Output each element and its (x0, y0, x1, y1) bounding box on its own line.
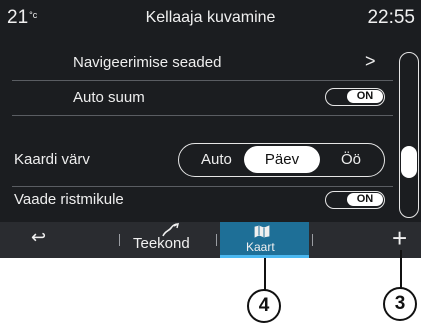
bottom-tab-bar (0, 222, 421, 258)
clock: 22:55 (367, 7, 415, 28)
back-icon[interactable]: ↩ (31, 227, 46, 248)
map-color-option-day[interactable]: Päev (244, 146, 320, 173)
tab-map[interactable]: Kaart (246, 240, 275, 254)
scrollbar-thumb[interactable] (401, 146, 417, 178)
intersection-view-label: Vaade ristmikule (14, 191, 124, 208)
map-icon (254, 225, 270, 238)
map-color-label: Kaardi värv (14, 151, 90, 168)
intersection-view-toggle[interactable]: ON (325, 191, 385, 209)
auto-zoom-label: Auto suum (73, 89, 145, 106)
tab-route[interactable]: Teekond (133, 235, 190, 252)
map-color-selector: Auto Päev Öö (178, 143, 385, 177)
toggle-knob: ON (347, 90, 383, 103)
callout-leader-line (400, 250, 402, 288)
map-color-option-night[interactable]: Öö (341, 151, 361, 168)
tab-separator (216, 234, 217, 246)
display-screen: 21°c Kellaaja kuvamine 22:55 Navigeerimi… (0, 0, 421, 258)
divider (12, 80, 393, 81)
tab-separator (119, 234, 120, 246)
top-status-bar: 21°c Kellaaja kuvamine 22:55 (0, 0, 421, 36)
callout-leader-line (264, 258, 266, 290)
navigation-settings-label: Navigeerimise seaded (73, 54, 222, 71)
callout-marker: 4 (247, 289, 281, 323)
intersection-view-row: Vaade ristmikule ON (0, 189, 393, 217)
map-color-option-auto[interactable]: Auto (201, 151, 232, 168)
tab-separator (312, 234, 313, 246)
chevron-right-icon: > (365, 51, 376, 71)
callout-marker: 3 (383, 287, 417, 321)
scrollbar-track[interactable] (399, 52, 419, 218)
auto-zoom-toggle[interactable]: ON (325, 88, 385, 106)
divider (12, 186, 393, 187)
page-title: Kellaaja kuvamine (145, 9, 276, 26)
auto-zoom-row: Auto suum ON (0, 84, 393, 114)
navigation-settings-row[interactable]: Navigeerimise seaded > (0, 48, 393, 82)
divider (12, 115, 393, 116)
toggle-knob: ON (347, 193, 383, 206)
map-color-option-day-label: Päev (264, 151, 300, 168)
